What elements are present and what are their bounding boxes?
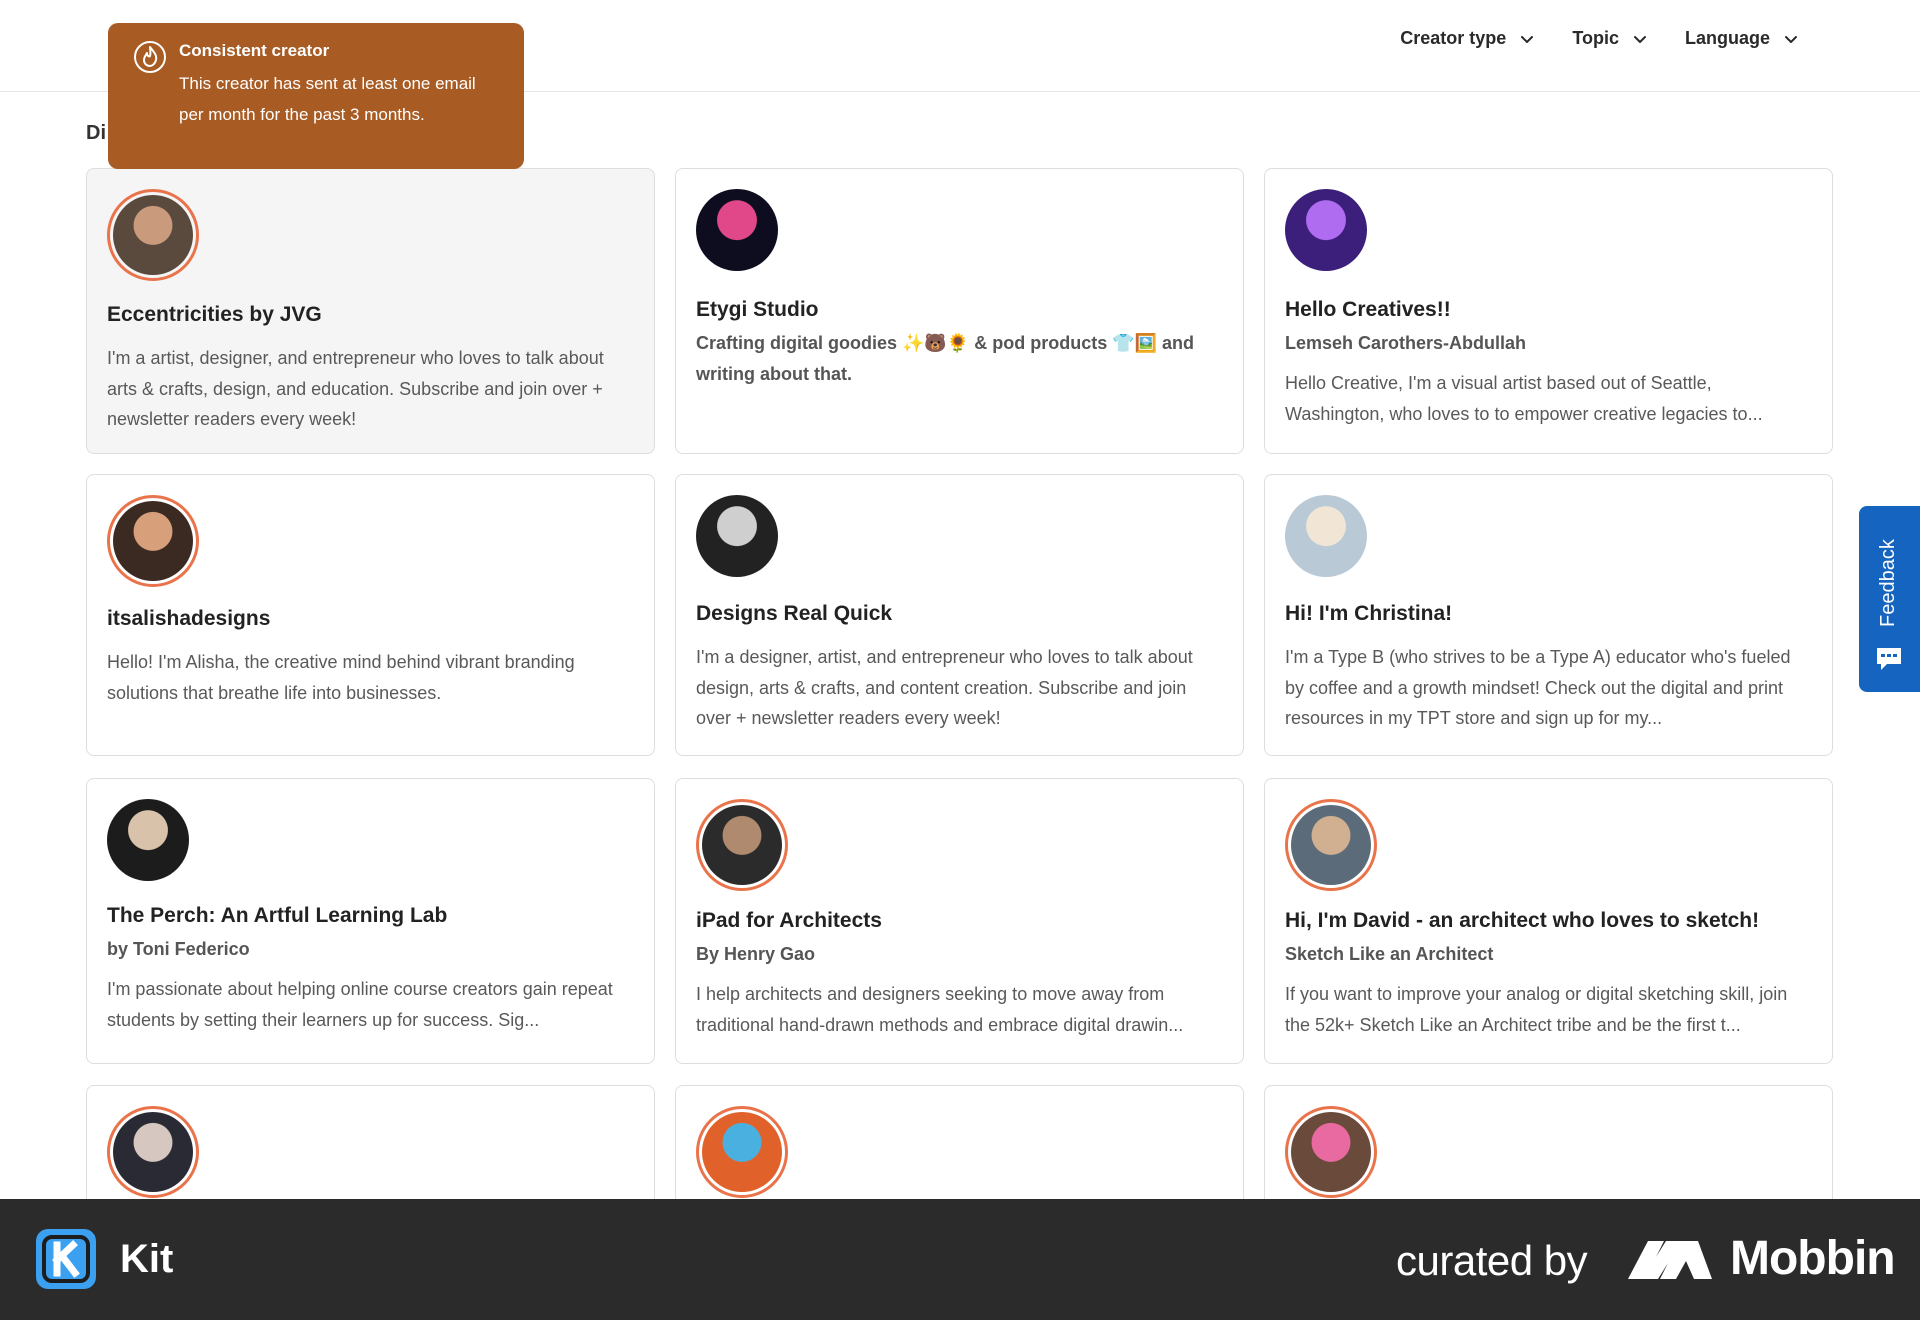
chevron-down-icon [1521,35,1534,43]
avatar [696,495,778,577]
creator-subtitle: Sketch Like an Architect [1285,944,1494,964]
avatar [107,799,189,881]
creator-description: I'm a designer, artist, and entrepreneur… [696,647,1193,728]
avatar [107,189,199,281]
creator-name: Hi, I'm David - an architect who loves t… [1285,909,1760,932]
creator-name: Designs Real Quick [696,602,893,625]
creator-type-filter[interactable]: Creator type [1400,28,1534,49]
avatar-image [1291,1112,1371,1192]
chat-bubble-icon [1877,648,1901,670]
tooltip-title: Consistent creator [179,41,330,60]
creator-description: Hello Creative, I'm a visual artist base… [1285,373,1763,424]
avatar [696,189,778,271]
footer-bar: Kit curated by Mobbin [0,1199,1920,1320]
feedback-tab[interactable]: Feedback [1859,506,1920,692]
creator-name: itsalishadesigns [107,607,271,630]
creator-description: I'm passionate about helping online cour… [107,979,613,1030]
brand-name: Kit [120,1237,174,1281]
chevron-down-icon [1633,35,1646,43]
filter-bar: Creator type Topic Language [1400,28,1798,49]
avatar [1285,799,1377,891]
avatar [1285,1106,1377,1198]
kit-logo [36,1229,96,1289]
creator-card[interactable]: itsalishadesigns Hello! I'm Alisha, the … [86,474,655,756]
avatar-image [702,805,782,885]
avatar [1285,189,1367,271]
creator-card[interactable]: Hi! I'm Christina! I'm a Type B (who str… [1264,474,1833,756]
creator-name: iPad for Architects [696,909,882,932]
language-filter-label: Language [1684,28,1770,48]
creator-subtitle: Crafting digital goodies ✨🐻🌻 & pod produ… [696,333,1195,384]
creator-card[interactable]: iPad for Architects By Henry Gao I help … [675,778,1244,1064]
creator-subtitle: By Henry Gao [696,944,816,964]
avatar-image [113,501,193,581]
creator-name: Hi! I'm Christina! [1285,602,1453,625]
creator-name: The Perch: An Artful Learning Lab [107,904,448,927]
avatar-image [702,1112,782,1192]
section-title: Di [86,122,106,144]
creator-name: Hello Creatives!! [1285,298,1451,321]
avatar [107,1106,199,1198]
avatar-image [696,189,778,271]
avatar [107,495,199,587]
avatar-image [1285,189,1367,271]
avatar-image [696,495,778,577]
language-filter[interactable]: Language [1685,28,1798,49]
feedback-label: Feedback [1877,539,1899,627]
creator-description: I help architects and designers seeking … [696,984,1184,1035]
avatar-image [113,1112,193,1192]
curator-name: Mobbin [1730,1232,1896,1285]
creator-name: Etygi Studio [696,298,819,321]
kit-k-icon [42,1235,90,1283]
creator-description: I'm a artist, designer, and entrepreneur… [107,348,604,429]
avatar [696,1106,788,1198]
curated-by-label: curated by [1396,1237,1588,1284]
consistent-creator-tooltip: Consistent creator This creator has sent… [108,23,524,169]
avatar-image [1285,495,1367,577]
avatar [696,799,788,891]
creator-card[interactable]: The Perch: An Artful Learning Lab by Ton… [86,778,655,1064]
creator-card[interactable]: Hello Creatives!! Lemseh Carothers-Abdul… [1264,168,1833,454]
topic-filter[interactable]: Topic [1572,28,1647,49]
creator-name: Eccentricities by JVG [107,303,322,326]
creator-subtitle: Lemseh Carothers-Abdullah [1285,333,1527,353]
creator-subtitle: by Toni Federico [107,939,250,959]
topic-filter-label: Topic [1572,28,1619,48]
creator-type-filter-label: Creator type [1400,28,1507,48]
creator-description: If you want to improve your analog or di… [1285,984,1788,1035]
mobbin-logo-icon [1628,1241,1712,1279]
chevron-down-icon [1785,35,1797,43]
tooltip-body: This creator has sent at least one email… [179,74,476,124]
avatar-image [113,195,193,275]
avatar-image [1291,805,1371,885]
avatar [1285,495,1367,577]
creator-grid-row: The Perch: An Artful Learning Lab by Ton… [86,778,1834,1068]
creator-grid: Eccentricities by JVG I'm a artist, desi… [86,168,1834,760]
creator-card[interactable]: Eccentricities by JVG I'm a artist, desi… [86,168,655,454]
creator-card[interactable]: Designs Real Quick I'm a designer, artis… [675,474,1244,756]
avatar-image [107,799,189,881]
creator-card[interactable]: Etygi Studio Crafting digital goodies ✨🐻… [675,168,1244,454]
creator-description: I'm a Type B (who strives to be a Type A… [1285,647,1791,728]
creator-card[interactable]: Hi, I'm David - an architect who loves t… [1264,778,1833,1064]
creator-description: Hello! I'm Alisha, the creative mind beh… [107,652,575,703]
flame-icon [134,41,166,73]
